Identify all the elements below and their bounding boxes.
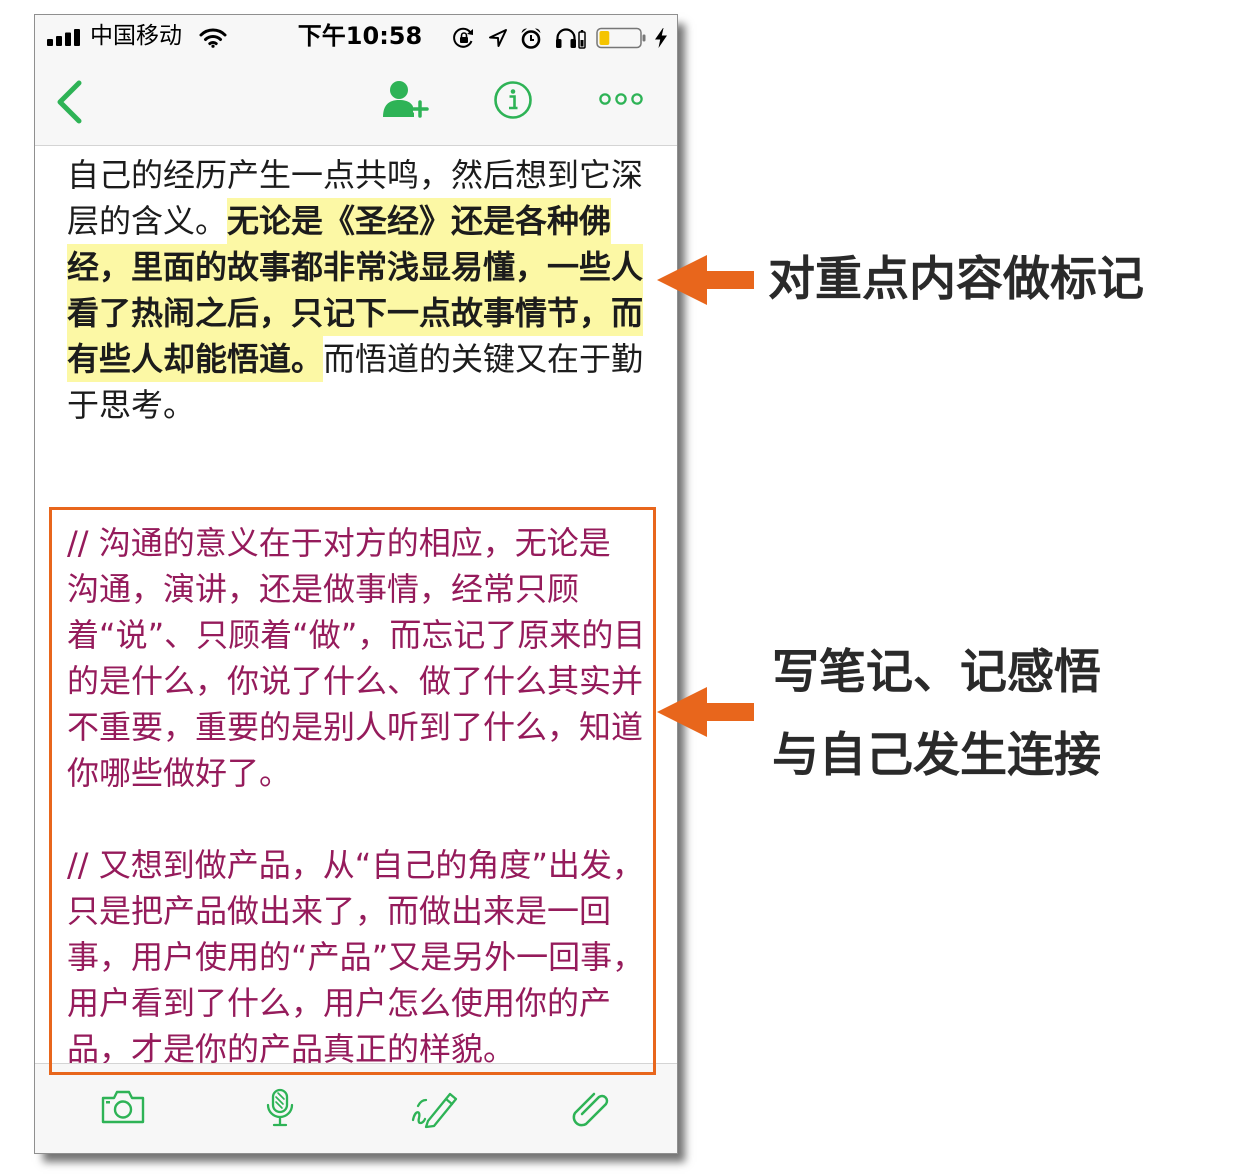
carrier-name: 中国移动 <box>90 23 182 49</box>
battery-icon <box>596 27 646 49</box>
more-icon <box>599 93 643 105</box>
highlight-annotation-label: 对重点内容做标记 <box>768 252 1144 307</box>
handwriting-button[interactable] <box>410 1088 460 1129</box>
rotation-lock-icon <box>453 27 473 48</box>
handwriting-icon <box>411 1092 458 1129</box>
add-collaborator-button[interactable] <box>383 80 429 118</box>
camera-icon <box>101 1090 145 1124</box>
back-icon <box>57 80 82 124</box>
comment-annotation-line: 写笔记、记感悟 <box>772 645 1101 700</box>
wifi-icon <box>199 28 227 48</box>
headphones-icon <box>556 28 586 49</box>
location-icon <box>489 29 507 47</box>
camera-button[interactable] <box>100 1089 146 1125</box>
status-time: 下午10:58 <box>297 22 423 50</box>
add-person-icon <box>383 81 429 118</box>
charging-icon <box>655 28 667 48</box>
note-text: 而悟道的关键又在于勤 <box>323 340 644 378</box>
highlighted-text: 经，里面的故事都非常浅显易懂，一些人 <box>67 244 644 290</box>
alarm-icon <box>521 28 541 49</box>
attachment-button[interactable] <box>568 1087 612 1129</box>
note-line: 经，里面的故事都非常浅显易懂，一些人 <box>67 244 667 290</box>
note-body: 自己的经历产生一点共鸣，然后想到它深 层的含义。无论是《圣经》还是各种佛 经，里… <box>67 152 667 428</box>
comment-annotation-box <box>49 507 656 1075</box>
microphone-icon <box>266 1088 294 1127</box>
note-line: 看了热闹之后，只记下一点故事情节，而 <box>67 290 667 336</box>
arrow-left-icon <box>657 255 754 305</box>
comment-annotation-label: 写笔记、记感悟 与自己发生连接 <box>772 631 1101 797</box>
note-line: 层的含义。无论是《圣经》还是各种佛 <box>67 198 667 244</box>
more-button[interactable] <box>598 92 644 106</box>
bottom-toolbar <box>35 1063 677 1153</box>
signal-icon <box>47 29 80 46</box>
info-button[interactable] <box>493 80 533 120</box>
nav-bar <box>35 58 677 146</box>
highlighted-text: 有些人却能悟道。 <box>67 336 324 382</box>
note-line: 于思考。 <box>67 382 667 428</box>
audio-button[interactable] <box>262 1088 298 1128</box>
battery-level-fill <box>599 31 610 45</box>
highlighted-text: 无论是《圣经》还是各种佛 <box>227 198 612 244</box>
comment-annotation-line: 与自己发生连接 <box>772 728 1101 783</box>
note-text: 于思考。 <box>67 386 196 424</box>
back-button[interactable] <box>55 80 85 124</box>
highlighted-text: 看了热闹之后，只记下一点故事情节，而 <box>67 290 644 336</box>
note-text: 自己的经历产生一点共鸣，然后想到它深 <box>67 156 644 194</box>
note-text: 层的含义。 <box>67 202 228 240</box>
status-bar: 中国移动 下午10:58 <box>35 15 677 58</box>
info-icon <box>494 81 532 119</box>
arrow-left-icon <box>657 687 754 737</box>
note-line: 有些人却能悟道。而悟道的关键又在于勤 <box>67 336 667 382</box>
attachment-icon <box>572 1092 609 1127</box>
note-line: 自己的经历产生一点共鸣，然后想到它深 <box>67 152 667 198</box>
